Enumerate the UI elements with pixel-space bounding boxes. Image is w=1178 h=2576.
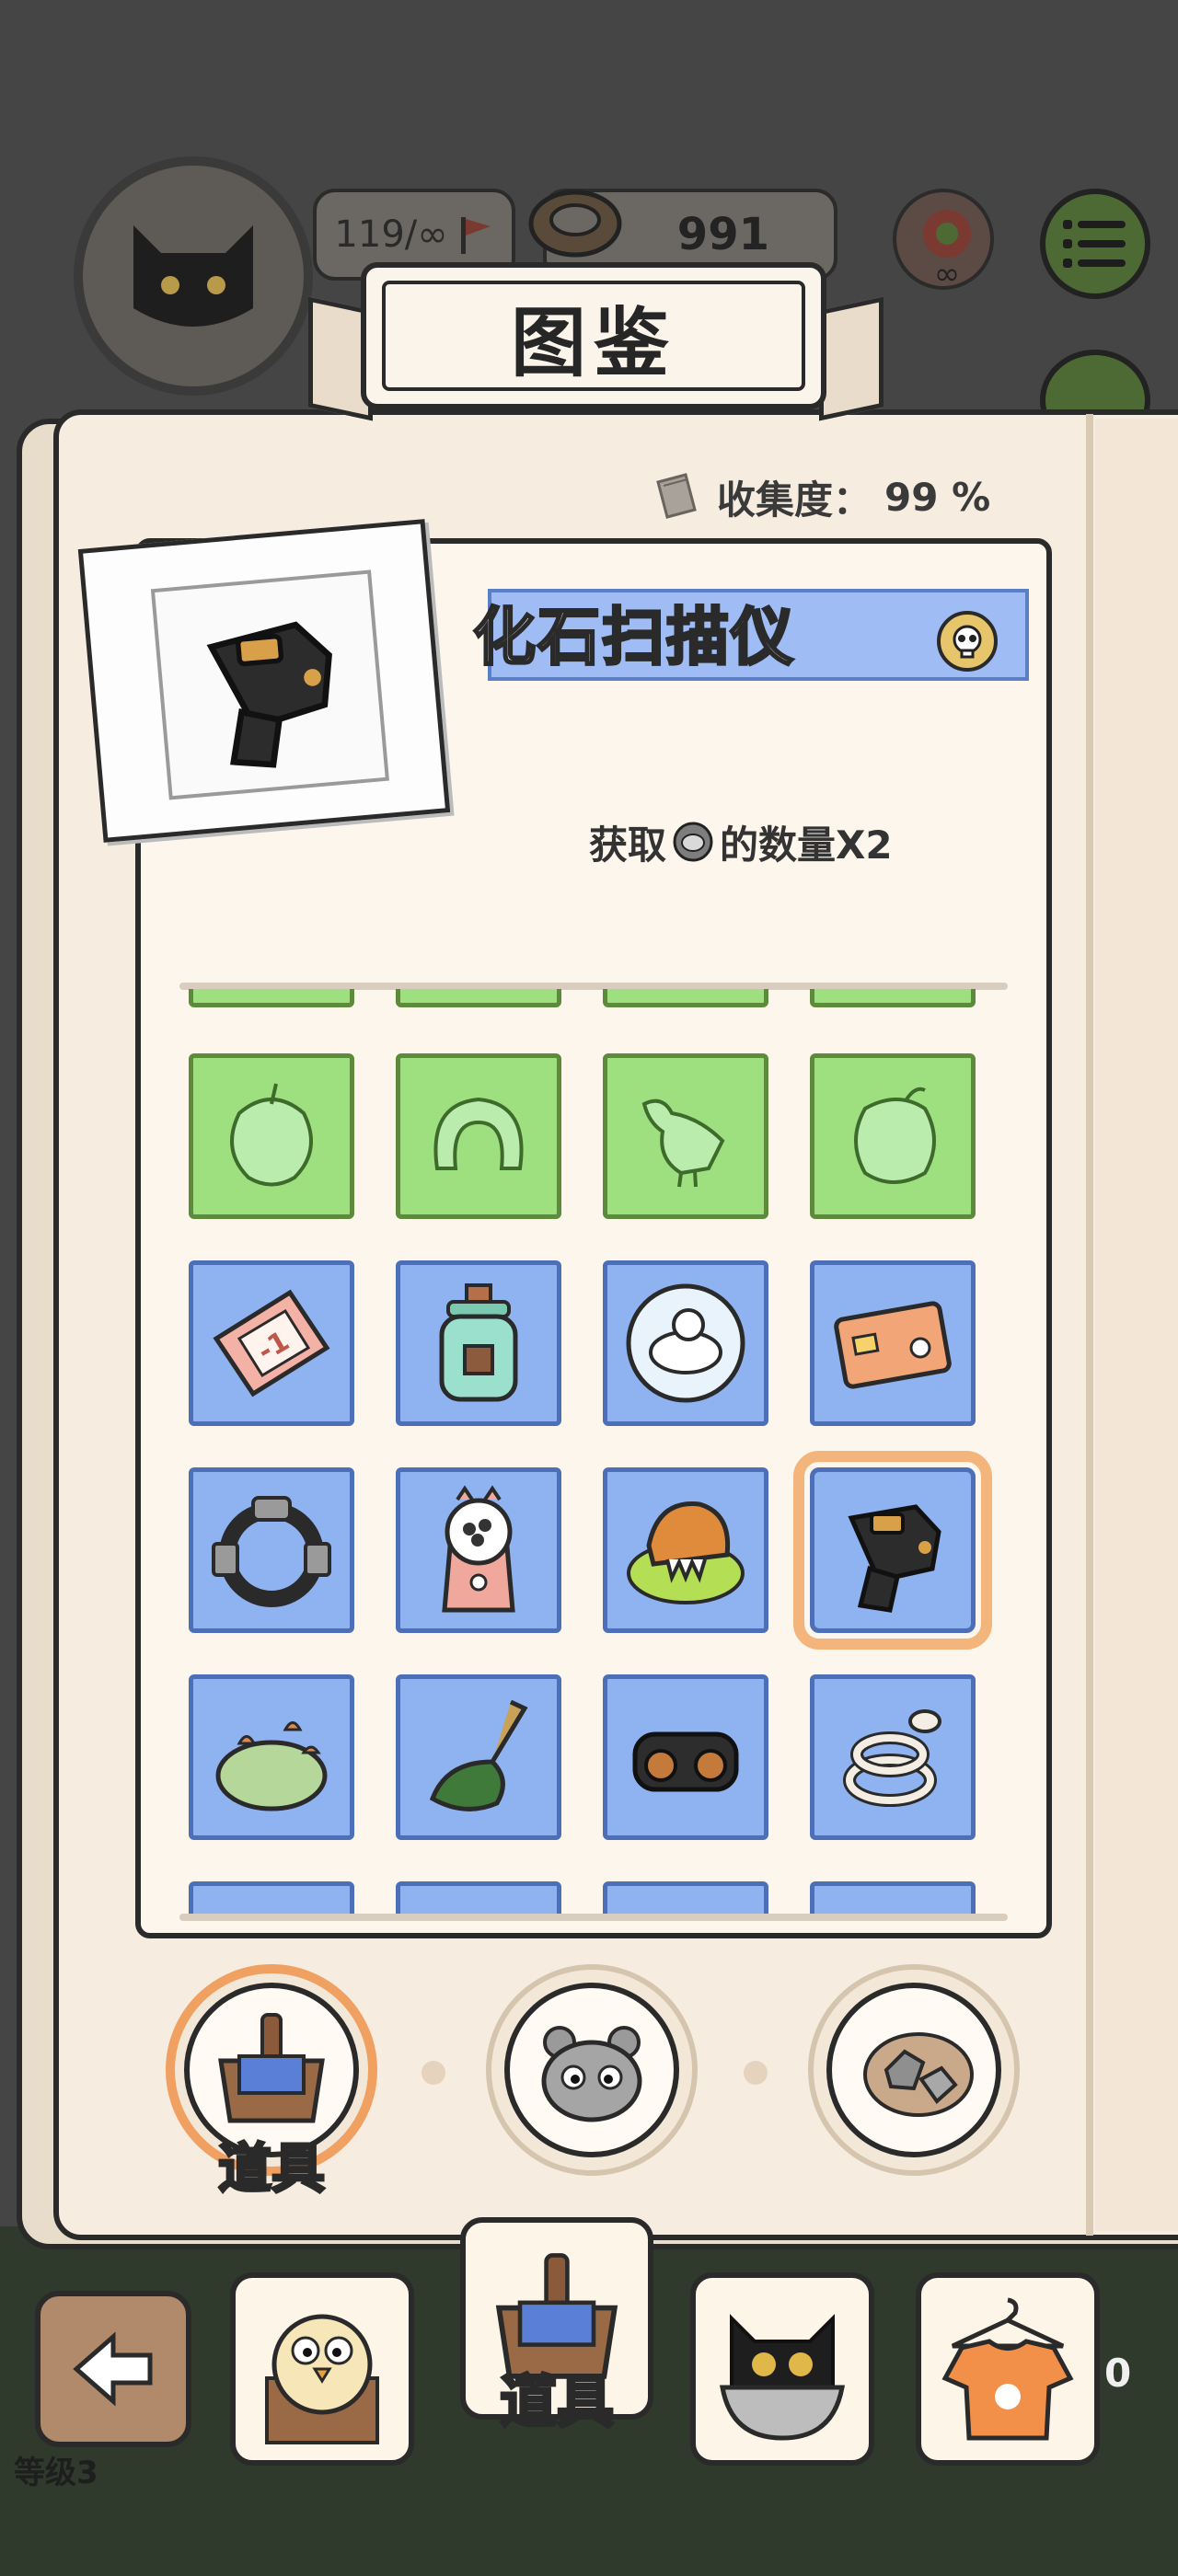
rocks-icon: [863, 2032, 974, 2117]
title-banner: 图鉴: [361, 262, 826, 409]
category-tab-minerals-inner: [826, 1983, 1001, 2157]
item-name: 化石扫描仪: [471, 601, 796, 676]
lion-on-grass-icon: [627, 1501, 745, 1604]
description-prefix: 获取: [589, 822, 667, 868]
nav-wardrobe-button[interactable]: [916, 2272, 1100, 2466]
grid-cell-partial[interactable]: [810, 1881, 976, 1918]
player-level: 等级3: [14, 2455, 98, 2491]
grid-cell-partial[interactable]: [189, 989, 354, 1007]
grid-cell-partial[interactable]: [603, 1881, 768, 1918]
item-photo-frame: [150, 569, 389, 800]
grid-cell-partial[interactable]: [396, 1881, 561, 1918]
capsule-machine-icon: [442, 1485, 515, 1613]
list-icon: [1063, 220, 1126, 268]
basket-icon: [218, 2013, 325, 2123]
back-arrow-icon: [73, 2331, 153, 2407]
grid-cell-ring-gauntlet[interactable]: [189, 1467, 354, 1633]
coiled-snake-icon: [843, 1709, 941, 1807]
coin-ring-icon: [528, 190, 622, 258]
collection-label: 收集度：: [717, 477, 872, 523]
grid-cell-card[interactable]: [810, 1260, 976, 1426]
grid-cell-bird-silhouette[interactable]: [603, 1053, 768, 1219]
svg-text:∞: ∞: [934, 256, 960, 293]
category-tab-animals-inner: [504, 1983, 679, 2157]
book-icon: [656, 473, 697, 519]
flag-icon: [460, 217, 491, 254]
grid-cell-partial[interactable]: [396, 989, 561, 1007]
tab-separator-dot: [422, 2061, 445, 2085]
stamina-value: 119/∞: [334, 213, 448, 256]
grid-cell-partial[interactable]: [603, 989, 768, 1007]
fossil-badge: [937, 611, 998, 672]
fossil-scanner-icon: [848, 1504, 941, 1613]
cat-in-bowl-icon: [720, 2314, 845, 2441]
tab-separator-dot: [744, 2061, 768, 2085]
menu-button[interactable]: [1040, 189, 1150, 299]
shirt-hanger-icon: [941, 2297, 1074, 2441]
grid-cell-fruit-silhouette[interactable]: [810, 1053, 976, 1219]
coin-value: 991: [676, 209, 769, 260]
grid-cell-jar[interactable]: [396, 1260, 561, 1426]
mushroom-bush-icon: [215, 1721, 328, 1811]
flower-infinite-button[interactable]: ∞: [893, 189, 994, 293]
scroll-bottom-edge: [179, 1914, 1008, 1921]
category-label: 道具: [216, 2136, 326, 2202]
grid-cell-apple-silhouette[interactable]: [189, 1053, 354, 1219]
grid-cell-mushroom-bush[interactable]: [189, 1674, 354, 1840]
book-spine: [1086, 414, 1093, 2236]
grid-cell-ticket[interactable]: -1: [189, 1260, 354, 1426]
leaf-broom-icon: [429, 1699, 528, 1811]
player-avatar: [74, 156, 313, 396]
nav-chick-button[interactable]: [230, 2272, 414, 2466]
category-tab-minerals[interactable]: [808, 1964, 1020, 2176]
id-card-icon: [834, 1301, 952, 1389]
item-photo-card: [77, 519, 451, 843]
ring-gauntlet-icon: [212, 1496, 331, 1607]
grid-cell-partial[interactable]: [189, 1881, 354, 1918]
item-description: 获取 的数量X2: [589, 810, 976, 874]
grid-cell-lion[interactable]: [603, 1467, 768, 1633]
stone-icon: [673, 822, 713, 862]
back-button[interactable]: [35, 2291, 191, 2447]
apple-silhouette-icon: [230, 1083, 313, 1187]
bird-silhouette-icon: [641, 1098, 725, 1188]
grid-cell-partial[interactable]: [810, 989, 976, 1007]
description-suffix: 的数量X2: [720, 822, 893, 868]
book-right-page: [1095, 419, 1178, 2231]
flower-icon: ∞: [923, 210, 971, 293]
collection-value: 99 %: [884, 474, 991, 520]
collection-grid[interactable]: -1: [138, 989, 1049, 1918]
side-counter: 0: [1104, 2351, 1132, 2396]
grid-cell-binoculars[interactable]: [603, 1674, 768, 1840]
item-name-bar: 化石扫描仪: [471, 589, 1029, 681]
sheep-bubble-icon: [626, 1283, 745, 1403]
category-tab-animals[interactable]: [486, 1964, 698, 2176]
nav-items-label: 道具: [498, 2367, 615, 2437]
grid-cell-sheep[interactable]: [603, 1260, 768, 1426]
hamster-icon: [541, 2026, 642, 2122]
skull-icon: [953, 625, 982, 659]
grid-cell-coiled-snake[interactable]: [810, 1674, 976, 1840]
banner-ribbon-right: [819, 296, 884, 421]
grid-cell-leaf-broom[interactable]: [396, 1674, 561, 1840]
fruit-silhouette-icon: [854, 1087, 936, 1184]
chick-icon: [265, 2314, 379, 2444]
binoculars-icon: [632, 1731, 739, 1792]
grid-cell-ring-silhouette[interactable]: [396, 1053, 561, 1219]
jar-with-cube-icon: [439, 1283, 518, 1402]
grid-cell-capsule-machine[interactable]: [396, 1467, 561, 1633]
page-title: 图鉴: [382, 281, 805, 391]
collection-rate: 收集度： 99 %: [649, 460, 990, 534]
fossil-scanner-icon: [206, 621, 332, 768]
ring-silhouette-icon: [433, 1097, 524, 1170]
nav-cat-button[interactable]: [690, 2272, 874, 2466]
grid-cell-fossil-scanner[interactable]: [793, 1451, 992, 1650]
ticket-minus-one-icon: -1: [213, 1289, 330, 1397]
black-cat-icon: [133, 225, 253, 327]
